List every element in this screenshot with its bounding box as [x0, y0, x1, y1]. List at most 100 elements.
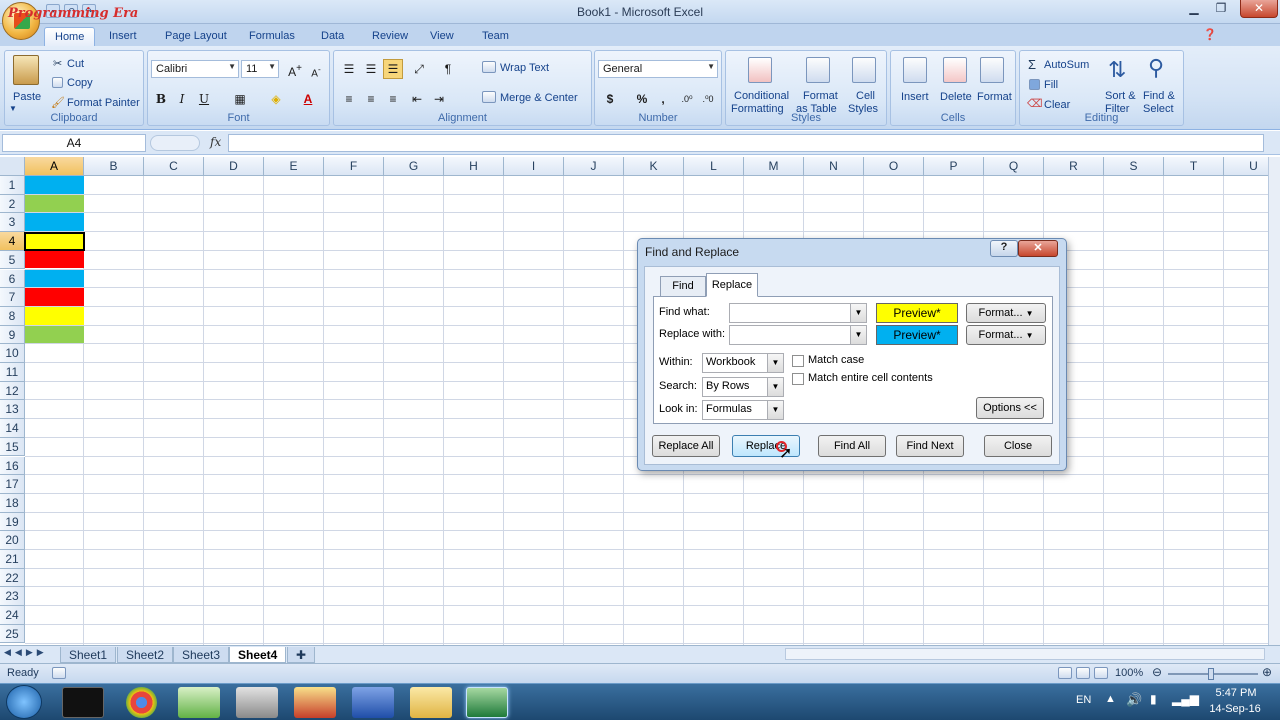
- percent-button[interactable]: %: [632, 89, 652, 109]
- page-break-view-icon[interactable]: [1094, 667, 1108, 679]
- find-all-button[interactable]: Find All: [818, 435, 886, 457]
- column-header-R[interactable]: R: [1044, 157, 1104, 176]
- cmd-icon[interactable]: [62, 687, 104, 718]
- fill-button[interactable]: Fill: [1044, 79, 1058, 91]
- tab-page-layout[interactable]: Page Layout: [155, 27, 237, 46]
- fx-icon[interactable]: fx: [210, 135, 221, 149]
- cell-A2[interactable]: [25, 194, 84, 213]
- column-header-B[interactable]: B: [84, 157, 144, 176]
- sheet-tab-4[interactable]: Sheet4: [229, 647, 287, 663]
- conditional-formatting-label1[interactable]: Conditional: [734, 90, 789, 102]
- italic-button[interactable]: I: [172, 89, 192, 109]
- tab-find[interactable]: Find: [660, 276, 706, 296]
- within-select[interactable]: Workbook ▼: [702, 353, 784, 373]
- format-as-table-label1[interactable]: Format: [803, 90, 838, 102]
- dialog-help-button[interactable]: ?: [990, 240, 1018, 257]
- tab-replace[interactable]: Replace: [706, 273, 758, 297]
- zoom-in-icon[interactable]: ⊕: [1262, 665, 1272, 679]
- column-header-L[interactable]: L: [684, 157, 744, 176]
- row-header-15[interactable]: 15: [0, 437, 25, 457]
- cut-button[interactable]: Cut: [67, 58, 84, 70]
- page-layout-view-icon[interactable]: [1076, 667, 1090, 679]
- find-next-button[interactable]: Find Next: [896, 435, 964, 457]
- insert-sheet-icon[interactable]: ✚: [287, 647, 315, 663]
- row-header-7[interactable]: 7: [0, 288, 25, 307]
- column-header-D[interactable]: D: [204, 157, 264, 176]
- tab-view[interactable]: View: [420, 27, 464, 46]
- cell-styles-label1[interactable]: Cell: [856, 90, 875, 102]
- underline-button[interactable]: U: [194, 89, 214, 109]
- column-header-J[interactable]: J: [564, 157, 624, 176]
- search-select[interactable]: By Rows ▼: [702, 377, 784, 397]
- row-header-3[interactable]: 3: [0, 213, 25, 233]
- row-header-22[interactable]: 22: [0, 568, 25, 588]
- dialog-close-icon[interactable]: ✕: [1018, 240, 1058, 257]
- replace-format-button[interactable]: Format... ▼: [966, 325, 1046, 345]
- column-header-M[interactable]: M: [744, 157, 804, 176]
- column-header-K[interactable]: K: [624, 157, 684, 176]
- row-header-21[interactable]: 21: [0, 550, 25, 569]
- align-right-icon[interactable]: ≡: [383, 89, 403, 109]
- close-window-button[interactable]: ✕: [1240, 0, 1278, 18]
- find-select-label1[interactable]: Find &: [1143, 90, 1175, 102]
- replace-with-input[interactable]: ▼: [729, 325, 867, 345]
- tab-insert[interactable]: Insert: [99, 27, 147, 46]
- delete-cells-button[interactable]: Delete: [940, 91, 972, 103]
- row-header-1[interactable]: 1: [0, 176, 25, 195]
- formula-input[interactable]: [228, 134, 1264, 152]
- bold-button[interactable]: B: [151, 89, 171, 109]
- row-header-13[interactable]: 13: [0, 400, 25, 420]
- format-painter-button[interactable]: Format Painter: [67, 97, 140, 109]
- sheet-nav-icons[interactable]: ◀◀▶▶: [4, 647, 48, 658]
- sheet-tab-1[interactable]: Sheet1: [60, 647, 117, 663]
- fill-color-icon[interactable]: ◈: [266, 89, 286, 109]
- row-header-19[interactable]: 19: [0, 512, 25, 532]
- close-button[interactable]: Close: [984, 435, 1052, 457]
- copy-button[interactable]: Copy: [67, 77, 93, 89]
- zoom-level[interactable]: 100%: [1115, 667, 1143, 679]
- tab-formulas[interactable]: Formulas: [239, 27, 305, 46]
- row-header-8[interactable]: 8: [0, 306, 25, 326]
- column-header-A[interactable]: A: [25, 157, 84, 176]
- borders-icon[interactable]: ▦: [230, 89, 250, 109]
- start-button[interactable]: [6, 685, 42, 719]
- name-box[interactable]: A4: [2, 134, 146, 152]
- sheet-tab-3[interactable]: Sheet3: [173, 647, 230, 663]
- autosum-button[interactable]: AutoSum: [1044, 59, 1089, 71]
- cell-A9[interactable]: [25, 325, 84, 344]
- column-header-T[interactable]: T: [1164, 157, 1224, 176]
- row-header-14[interactable]: 14: [0, 419, 25, 438]
- column-header-E[interactable]: E: [264, 157, 324, 176]
- battery-icon[interactable]: ▮: [1150, 692, 1157, 706]
- number-format-select[interactable]: General ▼: [598, 60, 718, 78]
- cell-A5[interactable]: [25, 250, 84, 269]
- cell-A6[interactable]: [25, 269, 84, 288]
- sort-filter-label1[interactable]: Sort &: [1105, 90, 1136, 102]
- tab-home[interactable]: Home: [44, 27, 96, 46]
- paste-icon[interactable]: [13, 55, 39, 85]
- zoom-slider-thumb[interactable]: [1208, 668, 1214, 680]
- cell-A1[interactable]: [25, 176, 84, 194]
- align-center-icon[interactable]: ≡: [361, 89, 381, 109]
- spreadsheet-grid[interactable]: ABCDEFGHIJKLMNOPQRSTU 1 2 3 4 5 6 7 8 9 10 11 12 13 1…: [0, 157, 1268, 645]
- match-case-checkbox[interactable]: [792, 355, 804, 367]
- column-header-U[interactable]: U: [1224, 157, 1268, 176]
- vertical-scrollbar[interactable]: [1268, 157, 1280, 645]
- row-header-17[interactable]: 17: [0, 475, 25, 494]
- clock-time[interactable]: 5:47 PM: [1206, 687, 1266, 699]
- font-size-select[interactable]: 11 ▼: [241, 60, 279, 78]
- row-header-23[interactable]: 23: [0, 587, 25, 607]
- row-header-12[interactable]: 12: [0, 381, 25, 401]
- tab-review[interactable]: Review: [362, 27, 418, 46]
- minimize-button[interactable]: ▁: [1180, 0, 1208, 18]
- font-color-icon[interactable]: A: [298, 89, 318, 109]
- row-header-24[interactable]: 24: [0, 606, 25, 625]
- paste-button[interactable]: Paste: [13, 91, 41, 103]
- tab-team[interactable]: Team: [472, 27, 519, 46]
- column-header-I[interactable]: I: [504, 157, 564, 176]
- horizontal-scrollbar[interactable]: [785, 648, 1265, 660]
- grow-font-icon[interactable]: A+: [285, 59, 305, 79]
- wrap-text-button[interactable]: Wrap Text: [500, 62, 549, 74]
- row-header-5[interactable]: 5: [0, 250, 25, 270]
- help-icon[interactable]: ❓: [1203, 28, 1217, 41]
